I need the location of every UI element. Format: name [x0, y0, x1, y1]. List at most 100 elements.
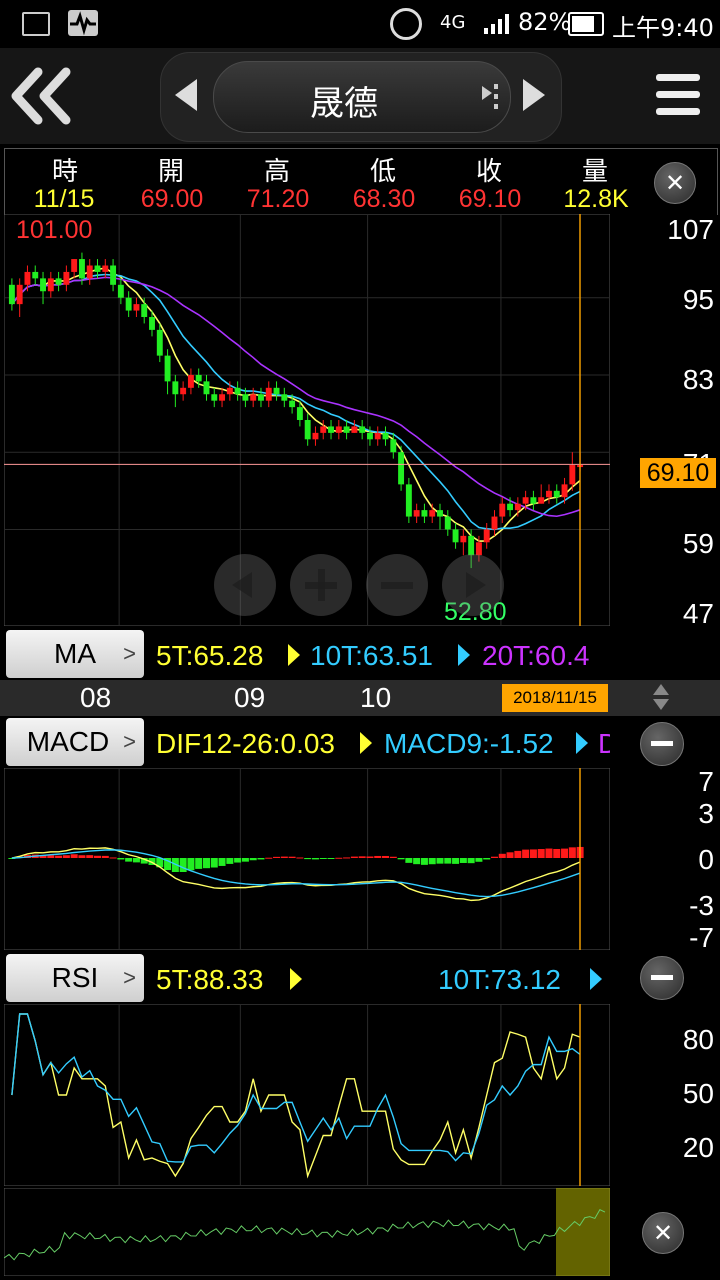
image-notification-icon	[22, 12, 50, 36]
zoom-out-button[interactable]	[366, 554, 428, 616]
macd-histogram-bar	[506, 852, 514, 858]
macd-histogram-bar	[265, 857, 273, 859]
macd-axis-tick: 3	[698, 798, 714, 829]
menu-icon[interactable]	[656, 72, 702, 118]
candle-body	[32, 271, 39, 279]
macd-histogram-bar	[498, 853, 506, 858]
macd-selector-button[interactable]: MACD >	[6, 718, 144, 766]
macd-histogram-bar	[234, 858, 242, 863]
zoom-in-button[interactable]	[290, 554, 352, 616]
macd-histogram-bar	[561, 848, 569, 858]
macd-histogram-bar	[273, 856, 281, 858]
macd-histogram-bar	[187, 858, 195, 871]
macd-histogram-bar	[195, 858, 203, 869]
macd-histogram-bar	[210, 858, 218, 868]
quote-high: 71.20	[246, 185, 310, 213]
ma5-line	[11, 267, 581, 542]
quote-volume: 12.8K	[563, 185, 629, 213]
macd-histogram-bar	[304, 858, 312, 860]
candle-body	[63, 271, 70, 285]
candle-body	[390, 439, 397, 453]
quote-header-low: 低	[369, 157, 396, 187]
time-axis-label: 09	[234, 682, 266, 713]
ma10-marker-icon	[458, 644, 470, 666]
resize-panel-icon[interactable]	[650, 684, 672, 712]
macd9-value: MACD9:-1.52	[384, 728, 554, 759]
overview-price-line	[4, 1208, 606, 1261]
rsi5-marker-icon	[290, 968, 302, 990]
candle-body	[226, 387, 233, 395]
candle-body	[180, 387, 187, 395]
macd-histogram-bar	[249, 858, 257, 861]
candle-body	[553, 490, 560, 498]
macd-histogram-bar	[467, 858, 475, 864]
macd-histogram-bar	[319, 858, 327, 859]
macd-histogram-bar	[405, 858, 413, 863]
macd-histogram-bar	[241, 858, 249, 862]
candle-body	[195, 374, 202, 382]
macd-histogram-bar	[311, 858, 319, 860]
candle-body	[405, 484, 412, 517]
ma10-line	[11, 273, 581, 531]
rsi5-line	[11, 1013, 581, 1179]
macd-histogram-bar	[452, 858, 460, 864]
stock-list-icon	[482, 82, 502, 116]
stock-name-box[interactable]: 晟德	[213, 61, 511, 133]
candle-body	[514, 503, 521, 511]
ma-selector-label: MA	[54, 638, 96, 669]
ma20-value: 20T:60.4	[482, 640, 590, 671]
candle-body	[421, 510, 428, 517]
candle-body	[273, 387, 280, 395]
macd-histogram-bar	[568, 847, 576, 858]
signal-icon	[482, 12, 512, 40]
back-icon[interactable]	[8, 64, 74, 128]
price-axis-tick: 47	[682, 598, 714, 629]
candle-body	[522, 497, 529, 504]
macd-histogram-bar	[125, 858, 133, 862]
candle-body	[156, 329, 163, 356]
rsi-selector-label: RSI	[51, 962, 99, 993]
dif-marker-icon	[360, 732, 372, 754]
scroll-left-button[interactable]	[214, 554, 276, 616]
quote-date: 11/15	[33, 185, 95, 213]
macd-histogram-bar	[545, 848, 553, 858]
rsi-chart[interactable]	[4, 1004, 610, 1186]
macd-histogram-bar	[389, 856, 397, 858]
macd-histogram-bar	[444, 858, 452, 864]
price-axis-tick: 95	[682, 284, 714, 315]
collapse-macd-icon[interactable]	[640, 722, 684, 766]
macd-histogram-bar	[179, 858, 187, 873]
rsi-axis-tick: 50	[682, 1078, 714, 1109]
macd-dif-value: DIF12-26:0.03	[156, 728, 335, 759]
overview-navigator[interactable]	[4, 1188, 610, 1276]
ma-selector-button[interactable]: MA >	[6, 630, 144, 678]
ma5-marker-icon	[288, 644, 300, 666]
macd-chart[interactable]	[4, 768, 610, 950]
candle-body	[133, 304, 140, 311]
close-navigator-icon[interactable]: ✕	[642, 1212, 684, 1254]
prev-stock-button[interactable]	[175, 79, 197, 111]
candle-body	[16, 284, 23, 305]
candle-body	[437, 510, 443, 517]
macd-histogram-bar	[397, 858, 405, 860]
macd-histogram-bar	[202, 858, 210, 869]
macd-histogram-bar	[288, 856, 296, 858]
collapse-rsi-icon[interactable]	[640, 956, 684, 1000]
ma5-value: 5T:65.28	[156, 640, 264, 671]
close-quote-icon[interactable]: ✕	[654, 162, 696, 204]
next-stock-button[interactable]	[523, 79, 545, 111]
macd-histogram-bar	[218, 858, 226, 866]
rsi-selector-button[interactable]: RSI >	[6, 954, 144, 1002]
macd9-marker-icon	[576, 732, 588, 754]
candle-body	[219, 394, 226, 401]
candle-body	[320, 426, 327, 433]
candle-body	[125, 297, 132, 311]
chart-border	[4, 1004, 610, 1186]
alarm-icon	[390, 8, 422, 40]
price-axis-tick: 83	[682, 364, 714, 395]
candle-body	[164, 355, 171, 382]
candle-body	[110, 265, 117, 285]
scroll-right-button[interactable]	[442, 554, 504, 616]
candle-body	[24, 271, 31, 285]
rsi10-marker-icon	[590, 968, 602, 990]
